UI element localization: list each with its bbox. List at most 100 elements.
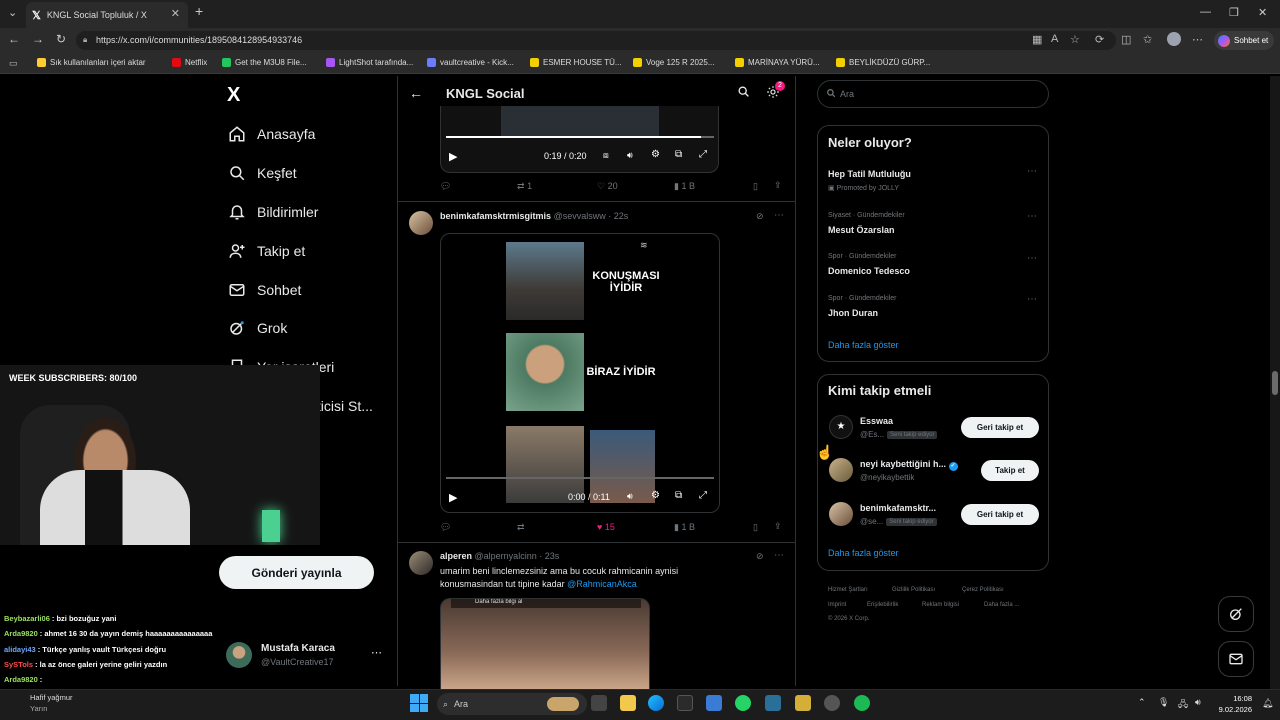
page-scrollbar[interactable] [1270, 76, 1280, 689]
more-icon[interactable]: ⋯ [1027, 166, 1037, 177]
trend-name[interactable]: Domenico Tedesco [828, 266, 910, 276]
extensions-icon[interactable]: ⟳ [1095, 33, 1104, 46]
task-view-icon[interactable] [591, 695, 607, 711]
pip-icon[interactable]: ⧉ [675, 490, 682, 501]
footer-link[interactable]: Daha fazla ... [984, 602, 1019, 608]
minimize-icon[interactable]: — [1200, 6, 1211, 18]
suggestion-name-row[interactable]: neyi kaybettiğini h... ✓ [860, 459, 958, 471]
more-icon[interactable]: ⋯ [774, 550, 784, 561]
tray-chevron-icon[interactable]: ⌃ [1138, 697, 1146, 708]
more-icon[interactable]: ⋯ [371, 646, 382, 659]
volume-icon[interactable]: 🔊︎ [1195, 697, 1201, 708]
footer-link[interactable]: Hizmet Şartları [828, 587, 868, 593]
play-icon[interactable]: ▶ [449, 150, 457, 163]
pip-icon[interactable]: ⧉ [675, 149, 682, 160]
follow-back-button[interactable]: Geri takip et [961, 504, 1039, 525]
bookmark-item[interactable]: BEYLİKDÜZÜ GÜRP... [836, 58, 930, 67]
sidebar-item-explore[interactable]: Keşfet [228, 164, 297, 182]
messages-fab[interactable] [1218, 641, 1254, 677]
app-icon[interactable] [765, 695, 781, 711]
avatar[interactable] [409, 551, 433, 575]
trend-name[interactable]: Mesut Özarslan [828, 225, 895, 235]
edge-icon[interactable] [648, 695, 664, 711]
bookmark-icon[interactable]: ▯ [753, 181, 758, 192]
volume-icon[interactable]: 🔊︎ [627, 491, 633, 502]
video-menu-icon[interactable]: ≋ [640, 240, 648, 251]
video-progress[interactable] [446, 477, 714, 479]
grok-icon[interactable]: ⊘ [756, 551, 764, 562]
footer-link[interactable]: Imprint [828, 602, 846, 608]
video-progress[interactable] [446, 136, 714, 138]
file-explorer-icon[interactable] [620, 695, 636, 711]
close-window-icon[interactable]: ✕ [1258, 6, 1267, 19]
sidebar-item-home[interactable]: Anasayfa [228, 125, 315, 143]
close-tab-icon[interactable]: ✕ [171, 7, 180, 20]
post-button[interactable]: Gönderi yayınla [219, 556, 374, 589]
collections-icon[interactable]: ✩ [1143, 33, 1152, 46]
like-button[interactable]: ♥ 15 [597, 522, 615, 532]
sidebar-item-notifications[interactable]: Bildirimler [228, 203, 318, 221]
tweet-author[interactable]: alperen @alpernyalcinn · 23s [440, 551, 559, 561]
more-icon[interactable]: ⋯ [1027, 211, 1037, 222]
new-tab-icon[interactable]: + [195, 3, 203, 19]
terminal-icon[interactable] [677, 695, 693, 711]
bookmark-item[interactable]: Sık kullanılanları içeri aktar [37, 58, 146, 67]
retweet-button[interactable]: ⇄ 1 [517, 181, 532, 192]
start-button[interactable] [410, 694, 428, 712]
bookmark-item[interactable]: Netflix [172, 58, 207, 67]
tweet-author[interactable]: benimkafamsktrmisgitmis @sevvalsww · 22s [440, 211, 628, 221]
more-icon[interactable]: ⋯ [774, 210, 784, 221]
spotify-icon[interactable] [854, 695, 870, 711]
whatsapp-icon[interactable] [735, 695, 751, 711]
notifications-icon[interactable]: 🔔︎ [1262, 698, 1273, 709]
video-settings-icon[interactable]: ⚙ [651, 149, 660, 160]
footer-link[interactable]: Çerez Politikası [962, 587, 1004, 593]
follow-back-button[interactable]: Geri takip et [961, 417, 1039, 438]
trend-name[interactable]: Hep Tatil Mutluluğu [828, 169, 911, 179]
taskbar-search[interactable]: ⌕ Ara [437, 693, 587, 715]
bookmark-item[interactable]: Voge 125 R 2025... [633, 58, 715, 67]
bookmark-item[interactable]: MARİNAYA YÜRÜ... [735, 58, 820, 67]
more-icon[interactable]: ⋯ [1027, 294, 1037, 305]
back-arrow-icon[interactable]: ← [409, 85, 423, 101]
fullscreen-icon[interactable]: ⤢ [699, 490, 707, 501]
avatar[interactable] [829, 502, 853, 526]
x-logo[interactable]: X [227, 84, 240, 107]
video-settings-icon[interactable]: ⚙ [651, 490, 660, 501]
reply-icon[interactable]: 💬︎ [440, 181, 451, 192]
captions-icon[interactable]: ⧈ [603, 150, 609, 161]
bookmark-icon[interactable]: ▯ [753, 522, 758, 533]
reload-icon[interactable]: ↻ [56, 32, 66, 46]
app-icon[interactable] [795, 695, 811, 711]
sidebar-toggle-icon[interactable]: ▭ [9, 58, 18, 69]
reply-icon[interactable]: 💬︎ [440, 522, 451, 533]
volume-icon[interactable]: 🔊︎ [627, 150, 633, 161]
avatar[interactable] [409, 211, 433, 235]
avatar[interactable] [829, 458, 853, 482]
restore-icon[interactable]: ❐ [1229, 6, 1239, 19]
taskbar-clock[interactable]: 16:08 9.02.2026 [1212, 693, 1252, 715]
retweet-icon[interactable]: ⇄ [517, 522, 525, 533]
mention-link[interactable]: @RahmicanAkca [567, 579, 637, 589]
account-switcher[interactable]: Mustafa Karaca @VaultCreative17 ⋯ [226, 640, 386, 674]
like-button[interactable]: ♡ 20 [597, 181, 618, 192]
suggestion-name[interactable]: benimkafamsktr... [860, 503, 936, 513]
scrollbar-thumb[interactable] [1272, 371, 1278, 395]
copilot-chat-button[interactable]: Sohbet et [1214, 31, 1274, 50]
tweet-image[interactable]: Daha fazla bilgi al [440, 598, 650, 689]
views-button[interactable]: ▮ 1 B [674, 522, 695, 533]
weather-widget[interactable]: Hafif yağmur Yarın [4, 690, 124, 718]
bookmark-item[interactable]: Get the M3U8 File... [222, 58, 307, 67]
sidebar-item-grok[interactable]: Grok [228, 319, 287, 337]
footer-link[interactable]: Erişilebilirlik [867, 602, 898, 608]
sidebar-item-follow[interactable]: Takip et [228, 242, 305, 260]
footer-link[interactable]: Gizlilik Politikası [892, 587, 935, 593]
grok-fab[interactable] [1218, 596, 1254, 632]
microphone-icon[interactable]: 🎙︎ [1158, 697, 1169, 708]
search-input[interactable]: Ara [817, 80, 1049, 108]
bookmark-item[interactable]: vaultcreative - Kick... [427, 58, 514, 67]
network-icon[interactable]: 🖧 [1178, 697, 1188, 713]
fullscreen-icon[interactable]: ⤢ [699, 149, 707, 160]
suggestion-name[interactable]: Esswaa [860, 416, 893, 426]
address-bar[interactable]: 🔒︎ https://x.com/i/communities/189508412… [76, 31, 1116, 50]
